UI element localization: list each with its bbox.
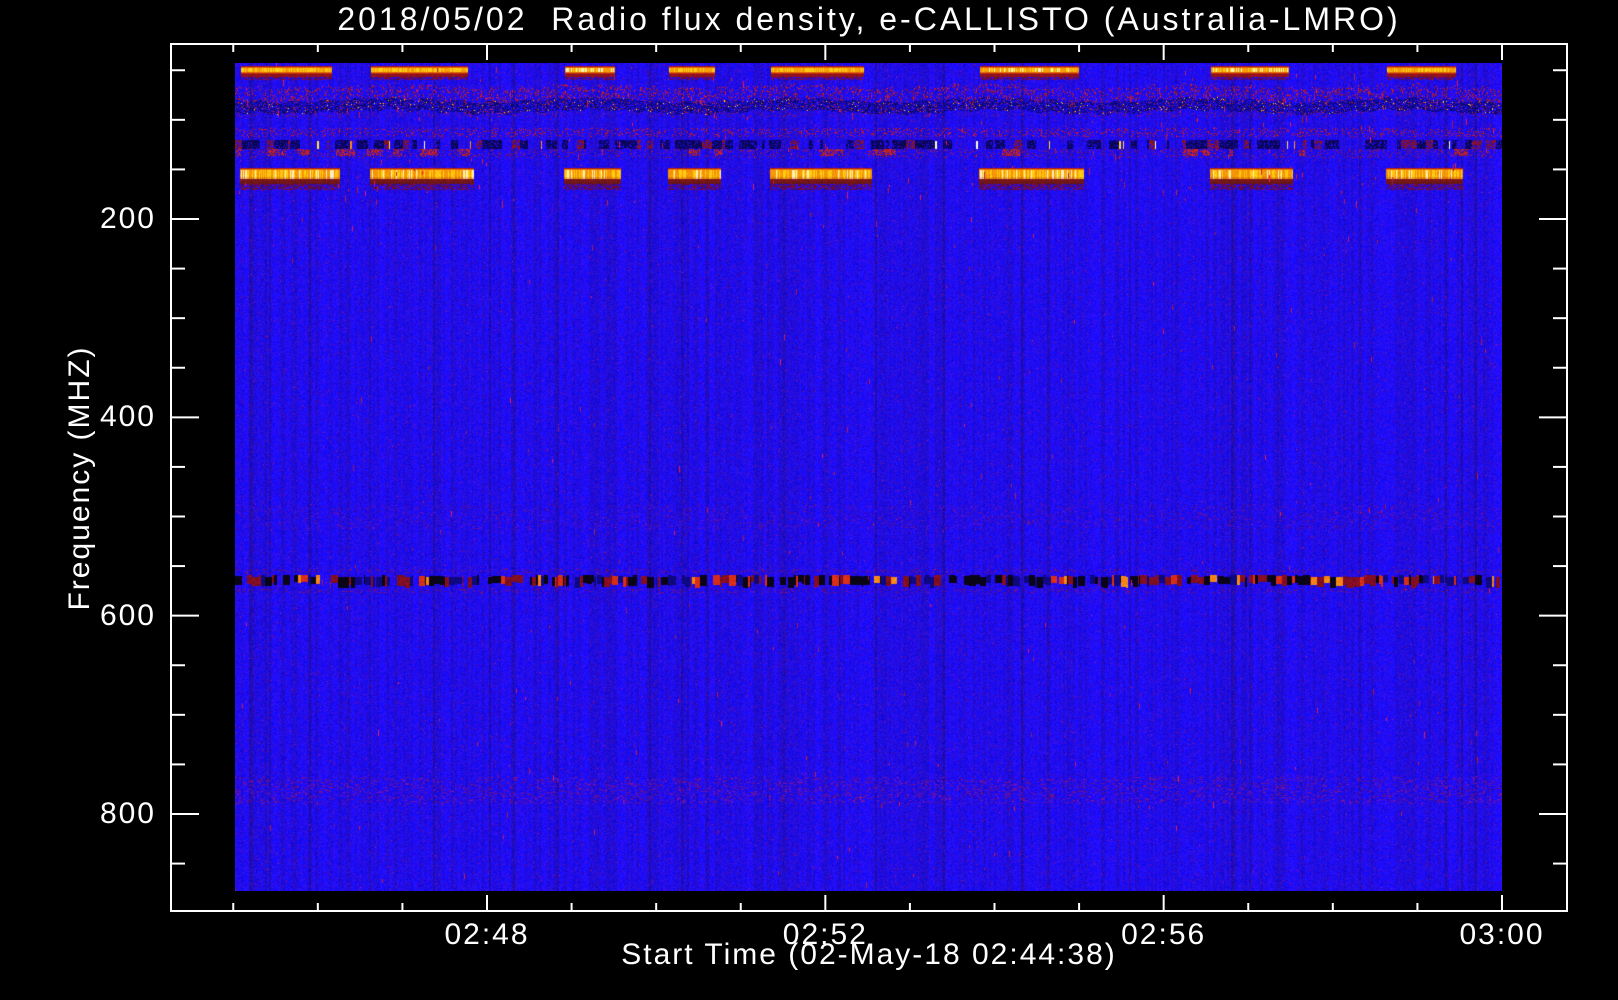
plot-border [170,43,1568,912]
spectrogram-figure: 2018/05/02 Radio flux density, e-CALLIST… [0,0,1618,1000]
y-tick-label: 200 [99,201,156,235]
y-tick-label: 800 [99,796,156,830]
y-tick-label: 600 [99,598,156,632]
plot-axes [170,43,1568,912]
y-axis-ticks [171,69,1567,865]
x-axis-ticks [232,44,1503,911]
plot-box [170,43,1568,912]
y-tick-label: 400 [99,400,156,434]
x-axis-title: Start Time (02-May-18 02:44:38) [621,938,1117,971]
